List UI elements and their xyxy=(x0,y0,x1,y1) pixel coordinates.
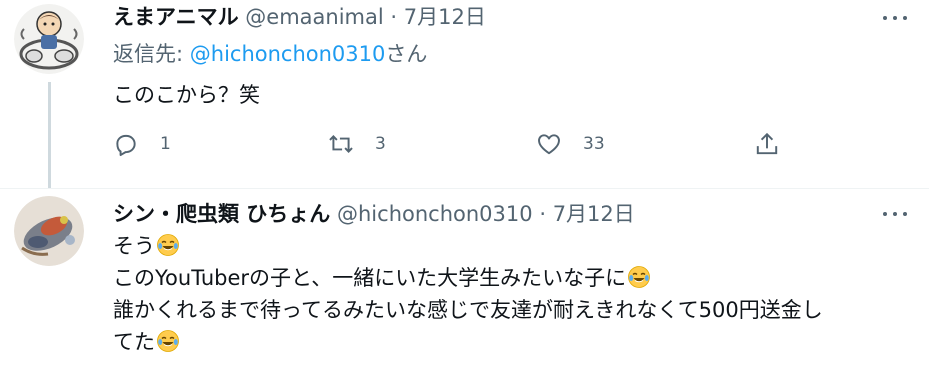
retweet-icon xyxy=(329,135,353,153)
tweet-text: そう このYouTuberの子と、一緒にいた大学生みたいな子に 誰かくれるまで待… xyxy=(113,230,823,358)
tweet-hichonchon[interactable]: シン・爬虫類 ひちょん @hichonchon0310 · 7月12日 そう こ… xyxy=(0,189,929,368)
display-name[interactable]: えまアニマル xyxy=(113,5,239,29)
tears-of-joy-emoji-icon xyxy=(627,265,651,289)
more-icon[interactable] xyxy=(883,14,907,22)
like-button[interactable]: 33 xyxy=(536,127,605,161)
tweet-header: シン・爬虫類 ひちょん @hichonchon0310 · 7月12日 xyxy=(113,200,635,228)
action-bar: 1 3 33 xyxy=(113,127,813,161)
tweet-text-line: そう xyxy=(113,230,823,262)
replying-to: 返信先: @hichonchon0310さん xyxy=(113,40,427,68)
share-icon xyxy=(756,132,778,155)
replying-prefix: 返信先: xyxy=(113,42,190,66)
tweet-text-line: 誰かくれるまで待ってるみたいな感じで友達が耐えきれなくて500円送金し xyxy=(113,298,823,322)
tweet-text-line: てた xyxy=(113,326,823,358)
timestamp[interactable]: 7月12日 xyxy=(404,5,486,29)
tears-of-joy-emoji-icon xyxy=(156,329,180,353)
tweet-header: えまアニマル @emaanimal · 7月12日 xyxy=(113,3,486,31)
tweet-text-line: このYouTuberの子と、一緒にいた大学生みたいな子に xyxy=(113,262,823,294)
replying-to-link[interactable]: @hichonchon0310 xyxy=(190,42,386,66)
replying-suffix: さん xyxy=(385,42,428,66)
avatar[interactable] xyxy=(14,196,84,266)
reply-count: 1 xyxy=(160,134,171,154)
reply-button[interactable]: 1 xyxy=(113,127,171,161)
display-name[interactable]: シン・爬虫類 ひちょん xyxy=(113,202,330,226)
separator-dot: · xyxy=(390,5,398,29)
reply-icon xyxy=(116,134,136,157)
like-icon xyxy=(538,134,560,155)
thread-line xyxy=(48,82,51,188)
tweet-text-line: このこから？笑 xyxy=(113,83,260,107)
retweet-button[interactable]: 3 xyxy=(328,127,386,161)
share-button[interactable] xyxy=(754,127,780,161)
more-icon[interactable] xyxy=(883,210,907,218)
handle[interactable]: @hichonchon0310 xyxy=(337,202,533,226)
tears-of-joy-emoji-icon xyxy=(156,233,180,257)
avatar[interactable] xyxy=(14,4,84,74)
timestamp[interactable]: 7月12日 xyxy=(553,202,635,226)
retweet-count: 3 xyxy=(375,134,386,154)
tweet-emaanimal[interactable]: えまアニマル @emaanimal · 7月12日 返信先: @hichonch… xyxy=(0,0,929,189)
handle[interactable]: @emaanimal xyxy=(245,5,383,29)
tweet-text: このこから？笑 xyxy=(113,79,260,111)
like-count: 33 xyxy=(583,134,605,154)
separator-dot: · xyxy=(539,202,546,226)
